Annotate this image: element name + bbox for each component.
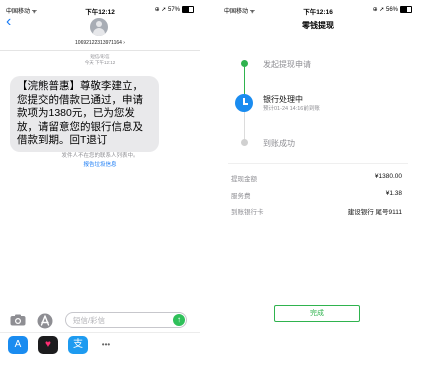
progress-line-pending — [244, 110, 245, 140]
sms-screen: 中国移动 ᯤ 下午12:12 ⊕ ➚ 57% ‹ 106921223139711… — [0, 0, 200, 365]
clock-icon — [235, 94, 253, 112]
status-bar: 中国移动 ᯤ 下午12:12 ⊕ ➚ 57% — [0, 0, 200, 18]
contact-avatar[interactable] — [90, 18, 108, 36]
section-divider — [228, 163, 408, 164]
battery-status: ⊕ ➚ 56% — [373, 6, 412, 13]
more-apps-icon[interactable]: ••• — [96, 336, 116, 354]
message-bubble[interactable]: 【浣熊普惠】尊敬李建立，您提交的借款已通过，申请款项为1380元，已为您发放，请… — [10, 76, 159, 152]
header-divider — [0, 50, 200, 51]
status-bar: 中国移动 ᯤ 下午12:16 ⊕ ➚ 56% — [218, 0, 418, 18]
compose-bar: 短信/彩信 ↑ — [0, 310, 200, 332]
battery-status: ⊕ ➚ 57% — [155, 6, 194, 13]
withdraw-screen: 中国移动 ᯤ 下午12:16 ⊕ ➚ 56% 零钱提现 发起提现申请 银行处理中… — [218, 0, 418, 365]
camera-icon[interactable] — [10, 314, 26, 326]
app-store-icon[interactable] — [37, 313, 53, 329]
detail-label: 服务费 — [231, 193, 251, 200]
battery-icon — [400, 6, 412, 13]
detail-row-bank-card: 到账银行卡 建设银行 尾号9111 — [231, 206, 402, 216]
unknown-sender-note: 发件人不在您的联系人列表中。 — [61, 153, 139, 159]
detail-value: ¥1.38 — [385, 190, 402, 197]
step-done-dot — [241, 60, 248, 67]
detail-value: ¥1380.00 — [374, 173, 402, 180]
page-title: 零钱提现 — [302, 21, 334, 30]
detail-value: 建设银行 尾号9111 — [347, 209, 402, 216]
detail-row-fee: 服务费 ¥1.38 — [231, 190, 402, 200]
message-time: 今天 下午12:12 — [84, 60, 116, 65]
imessage-app-drawer: A ♥ 支 ••• — [0, 332, 200, 359]
progress-line-done — [244, 64, 245, 98]
battery-icon — [182, 6, 194, 13]
detail-label: 提现金额 — [231, 176, 257, 183]
detail-label: 到账银行卡 — [231, 209, 264, 216]
digital-touch-app-icon[interactable]: ♥ — [38, 336, 58, 354]
done-button[interactable]: 完成 — [274, 305, 360, 322]
app-store-app-icon[interactable]: A — [8, 336, 28, 354]
contact-number[interactable]: 10692122313971164 › — [0, 40, 200, 46]
detail-row-amount: 提现金额 ¥1380.00 — [231, 173, 402, 183]
step-arrived-label: 到账成功 — [263, 139, 295, 148]
alipay-app-icon[interactable]: 支 — [68, 336, 88, 354]
step-processing-eta: 预计01-24 14:16前到账 — [263, 106, 320, 112]
send-button[interactable]: ↑ — [173, 314, 185, 326]
step-pending-dot — [241, 139, 248, 146]
step-submit-label: 发起提现申请 — [263, 60, 311, 69]
back-chevron-icon[interactable]: ‹ — [6, 14, 11, 30]
message-input[interactable]: 短信/彩信 — [65, 312, 187, 328]
report-junk-link[interactable]: 报告垃圾信息 — [0, 160, 200, 168]
